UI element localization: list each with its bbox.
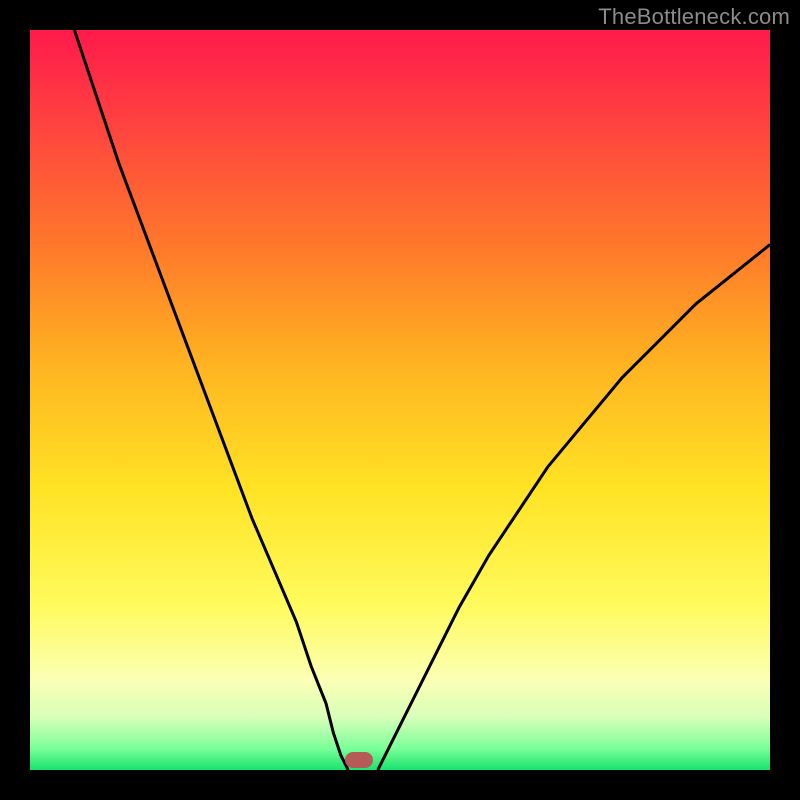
plot-area [30, 30, 770, 770]
gradient-background [30, 30, 770, 770]
optimum-marker [345, 752, 373, 768]
watermark-text: TheBottleneck.com [598, 4, 790, 30]
chart-frame: TheBottleneck.com [0, 0, 800, 800]
